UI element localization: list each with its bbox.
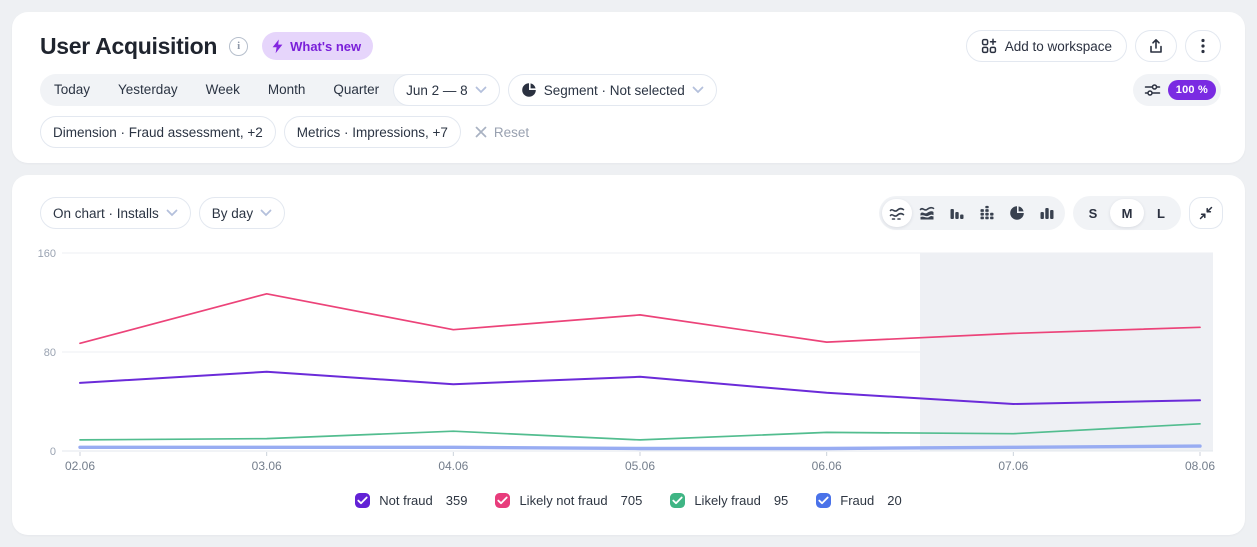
date-range-picker[interactable]: Jun 2 — 8 [393, 74, 500, 106]
chevron-down-icon [475, 86, 487, 94]
x-axis-label: 05.06 [625, 459, 655, 473]
whats-new-label: What's new [290, 39, 361, 54]
sampling-badge: 100 % [1168, 80, 1216, 100]
chart-line-fraud [80, 446, 1200, 448]
legend-item-likely-fraud[interactable]: Likely fraud 95 [670, 493, 788, 508]
preset-today[interactable]: Today [40, 74, 104, 106]
legend-value: 20 [887, 493, 901, 508]
legend-label: Likely fraud [694, 493, 760, 508]
y-axis-label: 160 [38, 248, 56, 260]
add-to-workspace-button[interactable]: Add to workspace [966, 30, 1127, 62]
metrics-label: Metrics · Impressions, +7 [297, 125, 448, 140]
x-axis-label: 06.06 [812, 459, 842, 473]
legend-item-fraud[interactable]: Fraud 20 [816, 493, 901, 508]
legend-item-not-fraud[interactable]: Not fraud 359 [355, 493, 467, 508]
x-axis-label: 03.06 [252, 459, 282, 473]
add-to-workspace-label: Add to workspace [1005, 39, 1112, 54]
dimension-label: Dimension · Fraud assessment, +2 [53, 125, 263, 140]
chart-legend: Not fraud 359 Likely not fraud 705 Likely fr… [12, 493, 1245, 508]
preset-yesterday[interactable]: Yesterday [104, 74, 192, 106]
share-icon [1148, 38, 1164, 55]
legend-checkbox[interactable] [495, 493, 510, 508]
legend-value: 95 [774, 493, 788, 508]
metrics-chip[interactable]: Metrics · Impressions, +7 [284, 116, 461, 148]
legend-checkbox[interactable] [355, 493, 370, 508]
legend-label: Likely not fraud [519, 493, 607, 508]
legend-value: 705 [621, 493, 643, 508]
page-title: User Acquisition [40, 33, 217, 60]
close-icon [475, 126, 487, 138]
reset-label: Reset [494, 125, 529, 140]
share-button[interactable] [1135, 30, 1177, 62]
x-axis-label: 04.06 [438, 459, 468, 473]
x-axis-label: 07.06 [998, 459, 1028, 473]
chart-canvas[interactable]: 160 80 0 02.06 03.06 04.06 05.06 06.06 07.06 08.0… [12, 175, 1245, 487]
chart-card: On chart · Installs By day [12, 175, 1245, 535]
more-menu-button[interactable] [1185, 30, 1221, 62]
info-icon[interactable]: i [229, 37, 248, 56]
segment-label: Segment · Not selected [544, 83, 685, 98]
dimension-filter-row: Dimension · Fraud assessment, +2 Metrics… [40, 116, 1221, 148]
sliders-icon [1144, 82, 1161, 98]
workspace-grid-icon [981, 38, 997, 54]
reset-button[interactable]: Reset [475, 125, 529, 140]
preset-month[interactable]: Month [254, 74, 320, 106]
legend-item-likely-not-fraud[interactable]: Likely not fraud 705 [495, 493, 642, 508]
sampling-settings-button[interactable]: 100 % [1133, 74, 1221, 106]
legend-label: Not fraud [379, 493, 432, 508]
date-range-label: Jun 2 — 8 [406, 83, 468, 98]
chevron-down-icon [692, 86, 704, 94]
header-card: User Acquisition i What's new Add to wor… [12, 12, 1245, 163]
segment-icon [521, 82, 537, 98]
kebab-icon [1201, 38, 1205, 54]
lightning-icon [271, 39, 284, 54]
x-axis-label: 02.06 [65, 459, 95, 473]
dimension-chip[interactable]: Dimension · Fraud assessment, +2 [40, 116, 276, 148]
date-filter-row: Today Yesterday Week Month Quarter Jun 2… [40, 74, 1221, 106]
date-preset-group: Today Yesterday Week Month Quarter Jun 2… [40, 74, 500, 106]
legend-label: Fraud [840, 493, 874, 508]
legend-checkbox[interactable] [816, 493, 831, 508]
header-row: User Acquisition i What's new Add to wor… [12, 12, 1245, 62]
segment-selector[interactable]: Segment · Not selected [508, 74, 717, 106]
legend-value: 359 [446, 493, 468, 508]
y-axis-label: 0 [50, 446, 56, 458]
whats-new-badge[interactable]: What's new [262, 32, 373, 60]
preset-week[interactable]: Week [192, 74, 254, 106]
y-axis-label: 80 [44, 347, 56, 359]
legend-checkbox[interactable] [670, 493, 685, 508]
preset-quarter[interactable]: Quarter [319, 74, 393, 106]
dashboard-page: { "header": { "title": "User Acquisition… [0, 0, 1257, 547]
x-axis-label: 08.06 [1185, 459, 1215, 473]
